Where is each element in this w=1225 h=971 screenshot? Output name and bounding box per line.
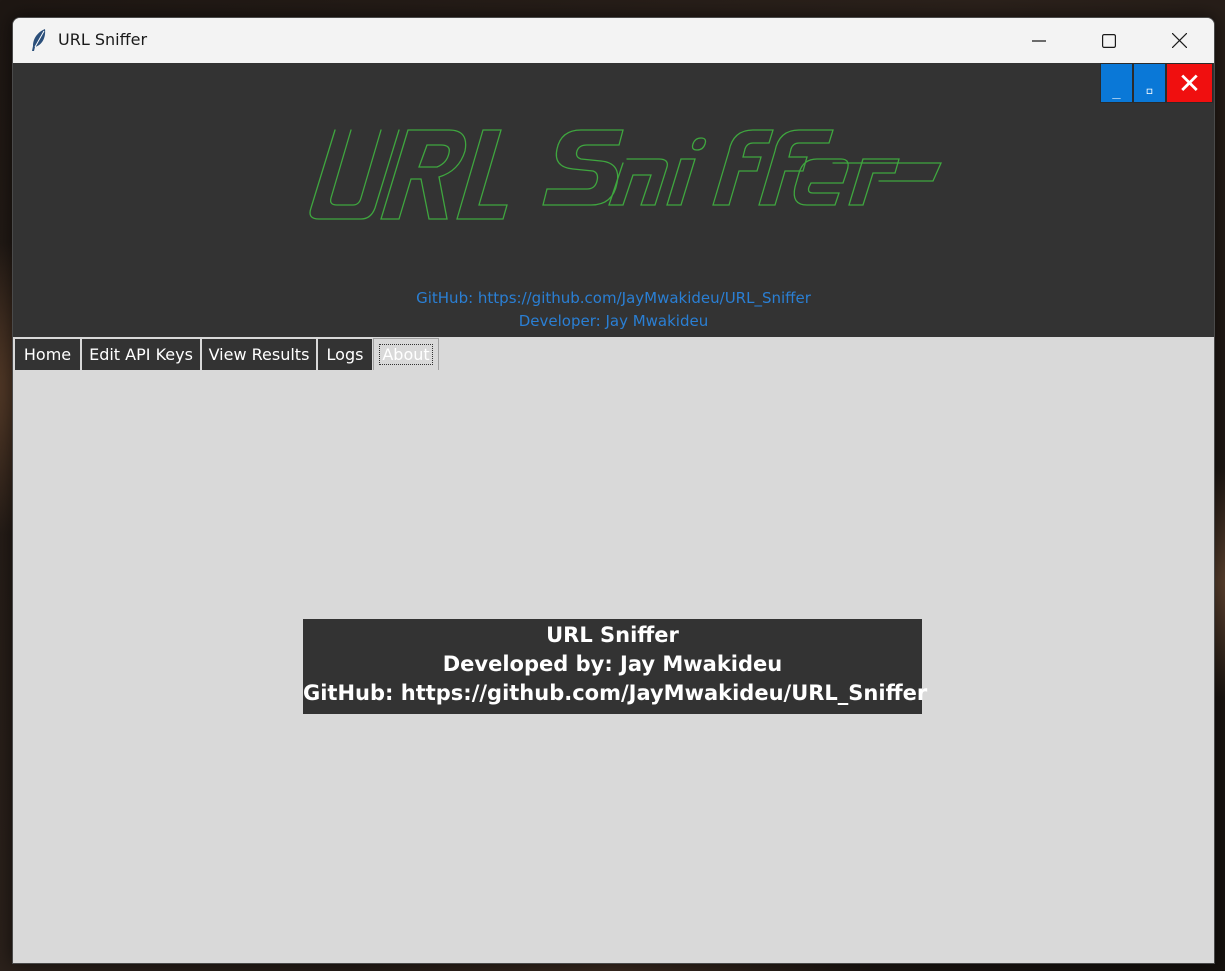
app-maximize-button[interactable]: ▫ (1133, 63, 1166, 103)
about-info-box: URL Sniffer Developed by: Jay Mwakideu G… (303, 619, 928, 714)
about-developer: Developed by: Jay Mwakideu (442, 652, 783, 676)
window-maximize-button[interactable] (1074, 18, 1144, 63)
title-bar[interactable]: URL Sniffer (13, 18, 1214, 63)
tab-home[interactable]: Home (14, 338, 81, 370)
maximize-icon (1102, 33, 1116, 48)
ascii-logo (309, 129, 943, 220)
window-minimize-button[interactable] (1004, 18, 1074, 63)
minimize-icon (1032, 39, 1046, 42)
github-link[interactable]: GitHub: https://github.com/JayMwakideu/U… (13, 289, 1214, 307)
about-app-name: URL Sniffer (546, 623, 679, 647)
tab-bar: Home Edit API Keys View Results Logs Abo… (13, 337, 1214, 372)
app-window: URL Sniffer _ ▫ ✕ GitHub: https://github… (12, 17, 1215, 964)
window-close-button[interactable] (1144, 18, 1214, 63)
about-panel: URL Sniffer Developed by: Jay Mwakideu G… (13, 371, 1214, 963)
developer-label: Developer: Jay Mwakideu (518, 312, 709, 330)
feather-icon (32, 29, 46, 51)
about-github: GitHub: https://github.com/JayMwakideu/U… (303, 681, 928, 705)
tab-about[interactable]: About (373, 338, 439, 370)
app-minimize-button[interactable]: _ (1100, 63, 1133, 103)
app-header: _ ▫ ✕ GitHub: https://github.com/JayMwak… (13, 63, 1214, 337)
tab-logs[interactable]: Logs (317, 338, 373, 370)
app-close-button[interactable]: ✕ (1166, 63, 1213, 103)
tab-about-label: About (379, 344, 433, 365)
tab-view-results[interactable]: View Results (201, 338, 317, 370)
window-title: URL Sniffer (58, 30, 148, 49)
close-icon (1171, 33, 1187, 48)
tab-edit-api-keys[interactable]: Edit API Keys (81, 338, 201, 370)
